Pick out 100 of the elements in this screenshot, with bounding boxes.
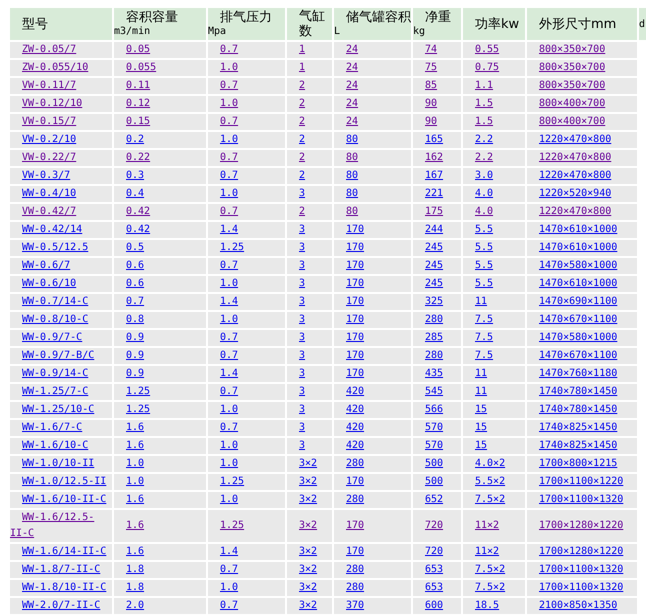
spec-link[interactable]: 1740×780×1450	[527, 402, 637, 418]
spec-link[interactable]: 2	[287, 78, 332, 94]
spec-link[interactable]: 4.0×2	[463, 456, 525, 472]
spec-link[interactable]: 170	[334, 312, 411, 328]
spec-link[interactable]: 0.42	[114, 204, 206, 220]
spec-link[interactable]: 0.7	[208, 384, 285, 400]
spec-link[interactable]: 800×350×700	[527, 60, 637, 76]
spec-link[interactable]: 2	[287, 168, 332, 184]
spec-link[interactable]: 280	[413, 312, 461, 328]
spec-link[interactable]: 18.5	[463, 598, 525, 614]
spec-link[interactable]: 280	[334, 580, 411, 596]
spec-link[interactable]: 1470×690×1100	[527, 294, 637, 310]
spec-link[interactable]: 1.0	[208, 132, 285, 148]
spec-link[interactable]: 162	[413, 150, 461, 166]
spec-link[interactable]: 2	[287, 150, 332, 166]
spec-link[interactable]: 1700×800×1215	[527, 456, 637, 472]
spec-link[interactable]: 90	[413, 114, 461, 130]
spec-link[interactable]: 420	[334, 402, 411, 418]
spec-link[interactable]: 3×2	[287, 544, 332, 560]
spec-link[interactable]: 1.0	[208, 580, 285, 596]
spec-link[interactable]: WW-0.5/12.5	[10, 240, 112, 256]
spec-link[interactable]: 1470×610×1000	[527, 222, 637, 238]
spec-link[interactable]: 24	[334, 60, 411, 76]
spec-link[interactable]: VW-0.42/7	[10, 204, 112, 220]
spec-link[interactable]: 280	[334, 562, 411, 578]
spec-link[interactable]: 11×2	[463, 518, 525, 534]
spec-link[interactable]: 0.7	[114, 294, 206, 310]
spec-link[interactable]: VW-0.11/7	[10, 78, 112, 94]
spec-link[interactable]: 0.7	[208, 204, 285, 220]
spec-link[interactable]: 3	[287, 222, 332, 238]
spec-link[interactable]: VW-0.3/7	[10, 168, 112, 184]
spec-link[interactable]: 24	[334, 96, 411, 112]
spec-link[interactable]: 0.7	[208, 598, 285, 614]
spec-link[interactable]: 170	[334, 222, 411, 238]
spec-link[interactable]: 3	[287, 384, 332, 400]
spec-link[interactable]: 1.8	[114, 562, 206, 578]
spec-link[interactable]: 165	[413, 132, 461, 148]
spec-link[interactable]: 325	[413, 294, 461, 310]
spec-link[interactable]: 2	[287, 96, 332, 112]
spec-link[interactable]: 7.5×2	[463, 492, 525, 508]
spec-link[interactable]: WW-1.8/10-II-C	[10, 580, 112, 596]
spec-link[interactable]: 245	[413, 240, 461, 256]
spec-link[interactable]: 1220×520×940	[527, 186, 637, 202]
spec-link[interactable]: 1.4	[208, 222, 285, 238]
spec-link[interactable]: 7.5	[463, 330, 525, 346]
spec-link[interactable]: WW-0.9/7-C	[10, 330, 112, 346]
spec-link[interactable]: 170	[334, 348, 411, 364]
spec-link[interactable]: 1.0	[114, 474, 206, 490]
spec-link[interactable]: 1.5	[463, 114, 525, 130]
spec-link[interactable]: 652	[413, 492, 461, 508]
spec-link[interactable]: 420	[334, 420, 411, 436]
spec-link[interactable]: 280	[334, 456, 411, 472]
spec-link[interactable]: 5.5	[463, 222, 525, 238]
spec-link[interactable]: 570	[413, 420, 461, 436]
spec-link[interactable]: 1700×1280×1220	[527, 518, 637, 534]
spec-link[interactable]: 170	[334, 258, 411, 274]
spec-link[interactable]: 0.7	[208, 42, 285, 58]
spec-link[interactable]: 3	[287, 240, 332, 256]
spec-link[interactable]: 720	[413, 544, 461, 560]
spec-link[interactable]: 2.2	[463, 150, 525, 166]
spec-link[interactable]: 245	[413, 276, 461, 292]
spec-link[interactable]: WW-1.25/7-C	[10, 384, 112, 400]
spec-link[interactable]: 0.55	[463, 42, 525, 58]
spec-link[interactable]: 1.0	[208, 492, 285, 508]
spec-link[interactable]: WW-0.6/7	[10, 258, 112, 274]
spec-link[interactable]: 570	[413, 438, 461, 454]
spec-link[interactable]: 2100×850×1350	[527, 598, 637, 614]
spec-link[interactable]: 0.9	[114, 366, 206, 382]
spec-link[interactable]: 0.2	[114, 132, 206, 148]
spec-link[interactable]: 15	[463, 420, 525, 436]
spec-link[interactable]: 1220×470×800	[527, 150, 637, 166]
spec-link[interactable]: 11	[463, 294, 525, 310]
spec-link[interactable]: 2	[287, 132, 332, 148]
spec-link[interactable]: 1	[287, 42, 332, 58]
spec-link[interactable]: 1700×1100×1220	[527, 474, 637, 490]
spec-link[interactable]: 5.5	[463, 276, 525, 292]
spec-link[interactable]: 221	[413, 186, 461, 202]
spec-link[interactable]: WW-0.42/14	[10, 222, 112, 238]
spec-link[interactable]: 3×2	[287, 492, 332, 508]
spec-link[interactable]: WW-1.6/12.5-II-C	[10, 510, 112, 542]
spec-link[interactable]: 3	[287, 294, 332, 310]
spec-link[interactable]: 170	[334, 544, 411, 560]
spec-link[interactable]: 175	[413, 204, 461, 220]
spec-link[interactable]: 1.0	[208, 276, 285, 292]
spec-link[interactable]: 1.6	[114, 544, 206, 560]
spec-link[interactable]: 1.25	[208, 474, 285, 490]
spec-link[interactable]: 600	[413, 598, 461, 614]
spec-link[interactable]: 5.5	[463, 258, 525, 274]
spec-link[interactable]: 0.5	[114, 240, 206, 256]
spec-link[interactable]: 3×2	[287, 474, 332, 490]
spec-link[interactable]: 420	[334, 384, 411, 400]
spec-link[interactable]: 1220×470×800	[527, 204, 637, 220]
spec-link[interactable]: 280	[334, 492, 411, 508]
spec-link[interactable]: 11	[463, 384, 525, 400]
spec-link[interactable]: 0.05	[114, 42, 206, 58]
spec-link[interactable]: 1470×670×1100	[527, 348, 637, 364]
spec-link[interactable]: 90	[413, 96, 461, 112]
spec-link[interactable]: 0.22	[114, 150, 206, 166]
spec-link[interactable]: 4.0	[463, 186, 525, 202]
spec-link[interactable]: 3	[287, 276, 332, 292]
